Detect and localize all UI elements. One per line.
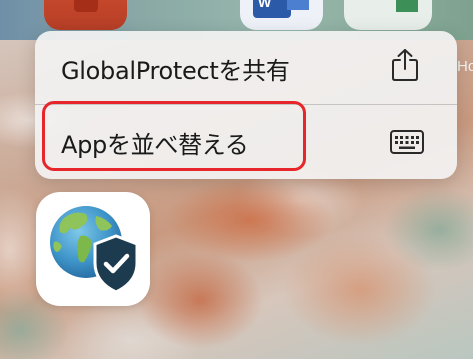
arrange-menu-label: Appを並べ替える: [61, 131, 249, 159]
globalprotect-globe-shield-icon: [50, 206, 139, 294]
arrange-apps-menu-item[interactable]: Appを並べ替える: [35, 105, 457, 178]
share-globalprotect-menu-item[interactable]: GlobalProtectを共有: [35, 31, 457, 104]
share-menu-label: GlobalProtectを共有: [61, 57, 290, 85]
globalprotect-app-icon[interactable]: [36, 192, 150, 306]
keyboard-icon: [390, 130, 424, 154]
partial-app-icon[interactable]: [344, 0, 432, 30]
context-menu: GlobalProtectを共有 Appを並べ替える: [35, 31, 457, 179]
share-icon: [390, 48, 420, 82]
partial-app-label: Ho: [457, 58, 473, 75]
powerpoint-app-icon[interactable]: [44, 0, 127, 30]
word-app-icon[interactable]: W: [240, 0, 323, 30]
